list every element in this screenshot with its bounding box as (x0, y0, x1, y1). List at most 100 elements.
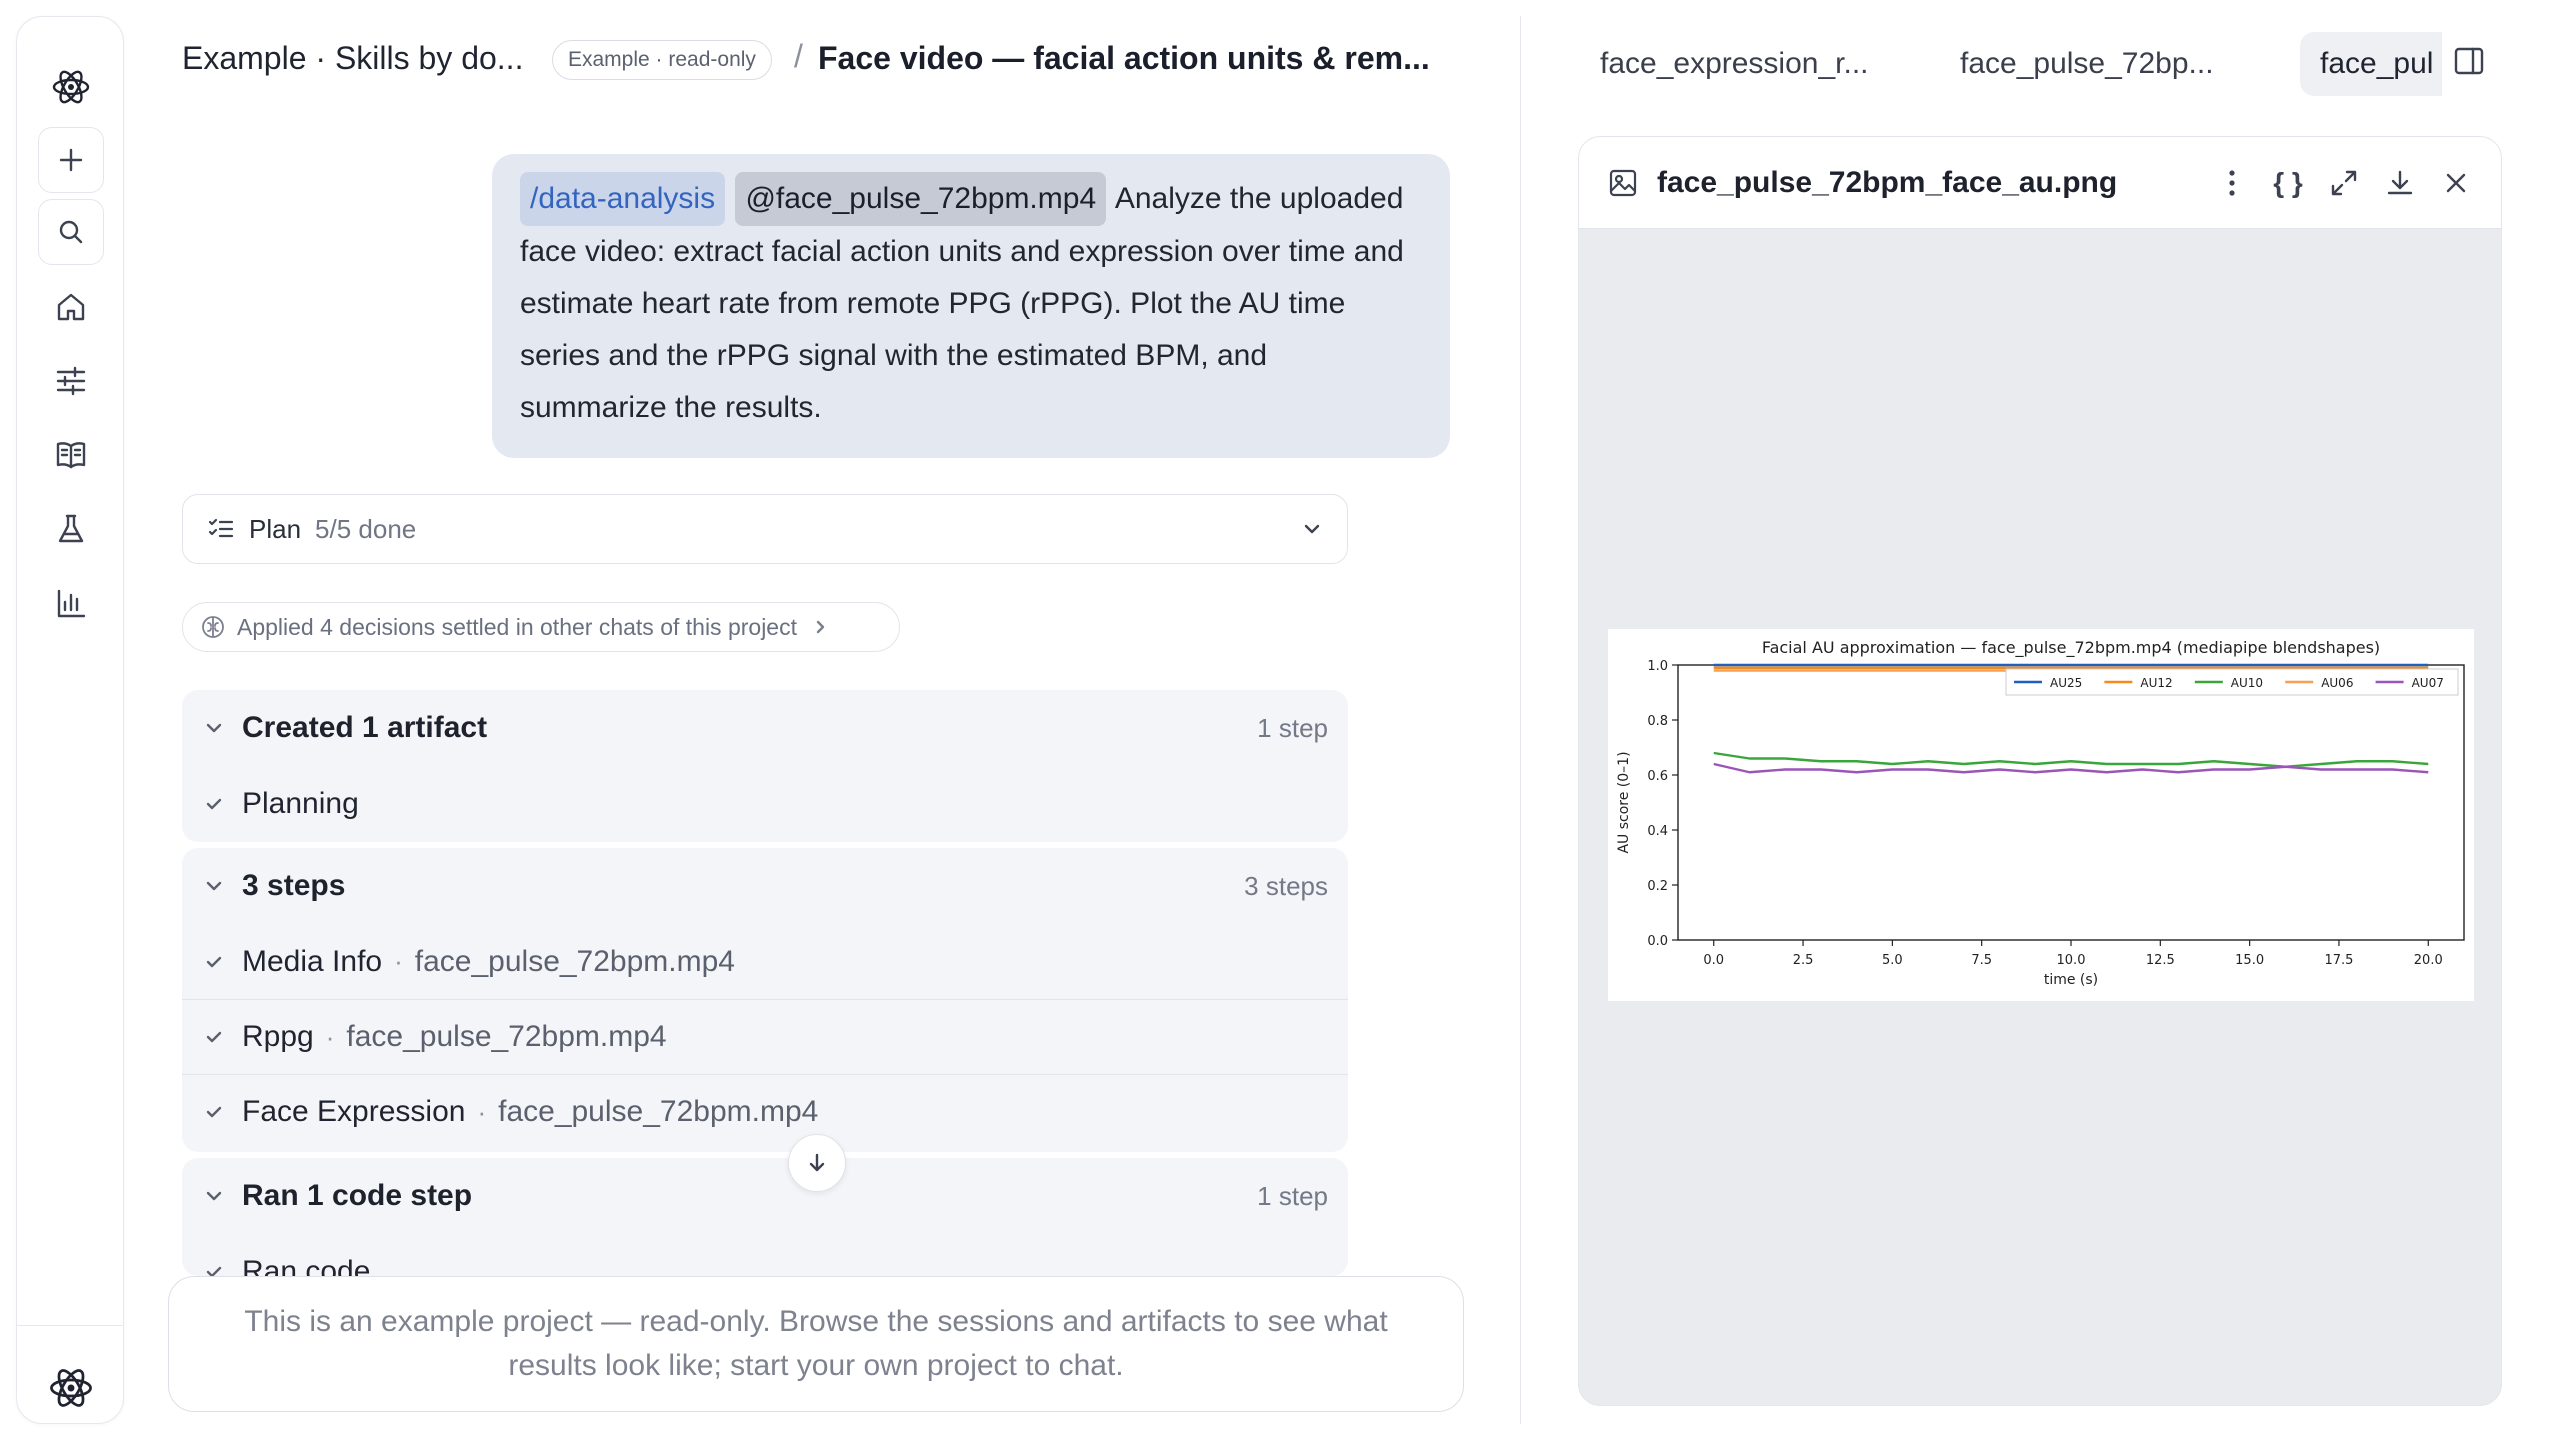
artifact-toolbar: { } (2215, 166, 2473, 200)
check-icon (206, 798, 222, 809)
step-group-header[interactable]: Created 1 artifact 1 step (182, 690, 1348, 766)
step-group-title: Created 1 artifact (242, 711, 488, 744)
check-icon (206, 1106, 222, 1118)
artifact-tab-expression[interactable]: face_expression_r... (1600, 32, 1900, 96)
scroll-to-bottom-button[interactable] (788, 1134, 846, 1192)
skill-chip[interactable]: /data-analysis (520, 172, 726, 226)
download-button[interactable] (2383, 166, 2417, 200)
nav-lab[interactable] (51, 509, 91, 549)
chevron-right-icon (816, 620, 825, 634)
step-name: Ran code (242, 1254, 371, 1277)
breadcrumb-separator: / (794, 38, 803, 74)
expand-button[interactable] (2327, 166, 2361, 200)
y-tick-label: 0.4 (1647, 824, 1668, 839)
legend-label: AU10 (2231, 676, 2263, 690)
plan-count: 5/5 done (315, 513, 417, 544)
download-icon (2387, 170, 2413, 194)
x-axis-label: time (s) (2044, 972, 2098, 988)
x-tick-label: 12.5 (2146, 953, 2175, 968)
step-group-header[interactable]: Ran 1 code step 1 step (182, 1158, 1348, 1234)
left-rail (16, 16, 124, 1424)
step-row[interactable]: Ran code (182, 1234, 1348, 1276)
search-button[interactable] (38, 199, 104, 265)
step-row[interactable]: Planning (182, 766, 1348, 841)
step-row[interactable]: Rppg · face_pulse_72bpm.mp4 (182, 999, 1348, 1074)
decisions-link[interactable]: Applied 4 decisions settled in other cha… (182, 602, 900, 652)
y-tick-label: 0.2 (1647, 879, 1668, 894)
book-icon (56, 442, 86, 469)
legend-label: AU06 (2321, 676, 2353, 690)
home-icon (57, 293, 85, 321)
step-group-title: 3 steps (242, 869, 346, 902)
legend-label: AU25 (2050, 676, 2082, 690)
chart-title: Facial AU approximation — face_pulse_72b… (1762, 638, 2380, 658)
x-tick-label: 7.5 (1971, 953, 1992, 968)
atom-account-icon[interactable] (48, 1365, 94, 1411)
new-chat-button[interactable] (38, 127, 104, 193)
x-tick-label: 20.0 (2414, 953, 2443, 968)
sliders-icon (56, 366, 86, 396)
nav-settings[interactable] (51, 361, 91, 401)
artifact-filename: face_pulse_72bpm_face_au.png (1657, 165, 2118, 199)
x-tick-label: 2.5 (1793, 953, 1814, 968)
step-name: Rppg (242, 1020, 314, 1053)
series-line-au07 (1713, 762, 2429, 774)
breadcrumb-project[interactable]: Example · Skills by do... (182, 40, 523, 77)
check-icon (206, 956, 222, 967)
step-name: Media Info (242, 944, 383, 978)
image-icon (1609, 169, 1637, 196)
artifact-tab-active[interactable]: face_pul (2300, 32, 2442, 96)
x-tick-label: 17.5 (2324, 953, 2353, 968)
atom-logo-icon[interactable] (51, 67, 91, 107)
step-group-code: Ran 1 code step 1 step Ran code (182, 1158, 1348, 1276)
nav-home[interactable] (51, 287, 91, 327)
step-file: face_pulse_72bpm.mp4 (498, 1095, 819, 1128)
check-icon (206, 1031, 222, 1043)
step-group-count: 1 step (1257, 1180, 1328, 1211)
more-options-button[interactable] (2215, 166, 2249, 200)
step-row[interactable]: Media Info · face_pulse_72bpm.mp4 (182, 924, 1348, 999)
chevron-down-icon (206, 1191, 222, 1201)
file-chip[interactable]: @face_pulse_72bpm.mp4 (735, 172, 1107, 226)
flask-icon (58, 514, 84, 543)
step-separator: · (325, 1021, 335, 1052)
check-icon (206, 1266, 222, 1276)
step-row[interactable]: Face Expression · face_pulse_72bpm.mp4 (182, 1074, 1348, 1149)
step-name: Planning (242, 786, 359, 820)
plan-dropdown[interactable]: Plan 5/5 done (182, 494, 1348, 564)
chevron-down-icon (206, 723, 222, 733)
user-message: /data-analysis @face_pulse_72bpm.mp4 Ana… (492, 154, 1450, 458)
expand-icon (2331, 170, 2357, 195)
legend-label: AU12 (2140, 676, 2172, 690)
nav-stats[interactable] (51, 583, 91, 623)
au-line-chart: Facial AU approximation — face_pulse_72b… (1616, 638, 2465, 988)
read-only-notice: This is an example project — read-only. … (168, 1276, 1464, 1412)
close-icon (2446, 173, 2466, 192)
step-group-artifact: Created 1 artifact 1 step Planning (182, 690, 1348, 842)
nav-library[interactable] (51, 435, 91, 475)
panel-divider[interactable] (1520, 16, 1521, 1424)
close-button[interactable] (2439, 166, 2473, 200)
x-tick-label: 10.0 (2057, 953, 2086, 968)
step-group-count: 1 step (1257, 712, 1328, 743)
chevron-down-icon (206, 881, 222, 891)
step-group-count: 3 steps (1244, 870, 1328, 901)
artifact-header: face_pulse_72bpm_face_au.png { } (1579, 137, 2501, 229)
bar-chart-icon (57, 589, 86, 618)
au-chart-figure: Facial AU approximation — face_pulse_72b… (1608, 629, 2474, 1001)
artifact-viewer: face_pulse_72bpm_face_au.png { } Facial … (1578, 136, 2502, 1406)
x-tick-label: 5.0 (1882, 953, 1903, 968)
y-tick-label: 0.0 (1647, 934, 1668, 949)
artifact-tab-pulse[interactable]: face_pulse_72bp... (1960, 32, 2250, 96)
series-line-au10 (1713, 751, 2429, 768)
search-icon (59, 220, 83, 244)
panel-toggle-icon[interactable] (2452, 44, 2486, 78)
decisions-text: Applied 4 decisions settled in other cha… (237, 613, 797, 640)
step-group-header[interactable]: 3 steps 3 steps (182, 848, 1348, 924)
checklist-icon (208, 518, 234, 538)
view-json-button[interactable]: { } (2271, 166, 2305, 200)
step-file: face_pulse_72bpm.mp4 (346, 1020, 667, 1053)
chevron-down-icon (1304, 524, 1320, 534)
y-axis-label: AU score (0–1) (1616, 751, 1632, 853)
step-file: face_pulse_72bpm.mp4 (414, 944, 735, 978)
